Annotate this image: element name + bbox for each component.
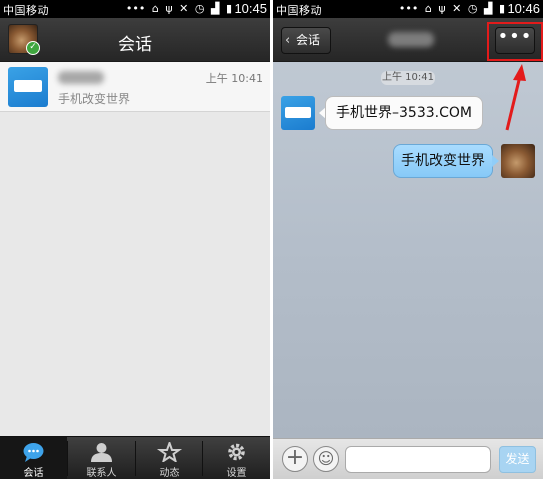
page-title: 会话 [118, 35, 152, 55]
battery-icon: ▮ [498, 2, 505, 15]
message-input[interactable] [345, 446, 491, 473]
bubble-tail [492, 155, 499, 167]
tab-contacts[interactable]: 联系人 [68, 437, 135, 479]
alarm-icon: ◷ [194, 2, 205, 15]
conversation-item[interactable]: 上午 10:41 手机改变世界 [0, 62, 270, 112]
signal-icon: ▟ [210, 2, 220, 15]
gear-icon [228, 443, 245, 461]
notification-icon: ••• [125, 2, 146, 15]
message-input-bar: + ☺ 发送 [273, 438, 543, 479]
status-icons: ••• ⌂ ψ ✕ ◷ ▟ ▮ [123, 2, 232, 15]
contact-avatar[interactable] [281, 96, 315, 130]
notification-icon: ••• [398, 2, 419, 15]
back-button-label: 会话 [296, 33, 321, 47]
send-button[interactable]: 发送 [499, 446, 536, 473]
signal-icon: ▟ [483, 2, 493, 15]
incoming-message-bubble[interactable]: 手机世界–3533.COM [325, 96, 483, 130]
my-avatar[interactable] [501, 144, 535, 178]
blurred-contact-name [58, 71, 104, 84]
back-chevron-icon: ‹ [285, 33, 291, 48]
tab-label: 动态 [159, 468, 180, 479]
back-button[interactable]: ‹ 会话 [281, 27, 331, 54]
star-icon [156, 442, 183, 462]
plus-icon: + [285, 445, 305, 470]
smiley-icon: ☺ [317, 449, 335, 468]
mute-icon: ✕ [179, 2, 189, 15]
tab-label: 联系人 [86, 468, 117, 479]
add-attachment-button[interactable]: + [282, 446, 308, 472]
android-icon: ⌂ [424, 2, 432, 15]
status-clock: 10:46 [507, 1, 540, 16]
logo-icon [14, 80, 42, 92]
android-icon: ⌂ [151, 2, 159, 15]
bottom-tab-bar: 会话 联系人 动态 设置 [0, 436, 270, 479]
logo-icon [285, 107, 311, 118]
conversation-time: 上午 10:41 [205, 72, 263, 85]
blurred-chat-title [388, 32, 434, 47]
tab-moments[interactable]: 动态 [136, 437, 203, 479]
conversations-screen: 中国移动 ••• ⌂ ψ ✕ ◷ ▟ ▮ 10:45 ✓ 会话 上午 10:41… [0, 0, 270, 479]
tab-label: 会话 [23, 468, 44, 479]
status-clock: 10:45 [234, 1, 267, 16]
usb-icon: ψ [438, 2, 446, 15]
tab-conversations[interactable]: 会话 [0, 437, 67, 479]
carrier-name: 中国移动 [276, 4, 322, 17]
outgoing-message-bubble[interactable]: 手机改变世界 [393, 144, 493, 178]
status-bar: 中国移动 ••• ⌂ ψ ✕ ◷ ▟ ▮ 10:46 [273, 0, 543, 18]
contact-avatar [8, 67, 48, 107]
battery-icon: ▮ [225, 2, 232, 15]
chat-bubble-icon [23, 443, 44, 462]
status-bar: 中国移动 ••• ⌂ ψ ✕ ◷ ▟ ▮ 10:45 [0, 0, 270, 18]
chat-screen: 中国移动 ••• ⌂ ψ ✕ ◷ ▟ ▮ 10:46 ‹ 会话 ••• 上午 1… [273, 0, 543, 479]
tab-label: 设置 [226, 468, 247, 479]
title-bar: ✓ 会话 [0, 18, 270, 62]
mute-icon: ✕ [452, 2, 462, 15]
alarm-icon: ◷ [467, 2, 478, 15]
person-icon [91, 443, 112, 462]
emoji-button[interactable]: ☺ [313, 446, 339, 472]
carrier-name: 中国移动 [3, 4, 49, 17]
status-icons: ••• ⌂ ψ ✕ ◷ ▟ ▮ [396, 2, 505, 15]
usb-icon: ψ [165, 2, 173, 15]
red-arrow-icon [505, 64, 526, 131]
tab-settings[interactable]: 设置 [203, 437, 270, 479]
highlight-annotation [487, 22, 543, 61]
conversation-last-message: 手机改变世界 [58, 92, 131, 106]
chat-timestamp: 上午 10:41 [381, 71, 435, 85]
